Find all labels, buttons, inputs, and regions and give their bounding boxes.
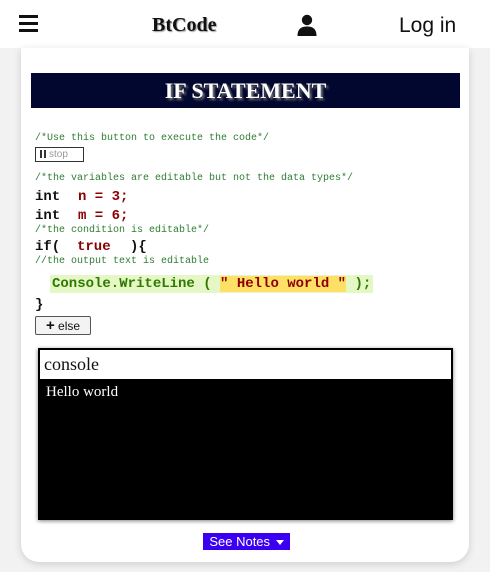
comment-output: //the output text is editable — [35, 256, 210, 267]
hamburger-menu-icon[interactable] — [19, 15, 38, 32]
lesson-title: IF STATEMENT — [31, 73, 460, 108]
output-statement[interactable]: Console.WriteLine ( " Hello world " ); — [50, 275, 374, 293]
plus-icon: + — [45, 317, 55, 334]
var-n-type: int — [35, 189, 61, 205]
top-navbar: BtCode Log in — [0, 0, 490, 48]
writeline-method: Console.WriteLine ( — [52, 276, 221, 292]
stop-button[interactable]: stop — [35, 147, 84, 162]
comment-run: /*Use this button to execute the code*/ — [35, 133, 270, 144]
see-notes-label: See Notes — [209, 534, 271, 549]
console-panel: console Hello world — [38, 348, 453, 520]
caret-down-icon — [275, 540, 284, 545]
comment-variables: /*the variables are editable but not the… — [35, 173, 354, 184]
login-link[interactable]: Log in — [399, 14, 456, 38]
condition-editor[interactable]: true — [77, 239, 111, 255]
stop-label: stop — [49, 149, 68, 160]
else-label: else — [58, 319, 81, 333]
lesson-card: IF STATEMENT /*Use this button to execut… — [21, 48, 469, 562]
output-text-editor[interactable]: " Hello world " — [220, 276, 347, 292]
console-header: console — [40, 350, 451, 379]
var-m-type: int — [35, 208, 61, 224]
var-n-editor[interactable]: n = 3; — [78, 189, 128, 205]
console-output: Hello world — [46, 384, 119, 400]
add-else-button[interactable]: + else — [35, 316, 91, 335]
pause-icon — [40, 150, 46, 158]
var-m-editor[interactable]: m = 6; — [78, 208, 128, 224]
brand-logo[interactable]: BtCode — [152, 14, 216, 37]
if-keyword: if( — [35, 239, 61, 255]
close-brace: } — [35, 297, 44, 313]
comment-condition: /*the condition is editable*/ — [35, 225, 210, 236]
see-notes-button[interactable]: See Notes — [203, 533, 290, 550]
user-icon[interactable] — [296, 14, 318, 36]
if-close: ){ — [130, 239, 147, 255]
writeline-close: ); — [346, 276, 372, 292]
